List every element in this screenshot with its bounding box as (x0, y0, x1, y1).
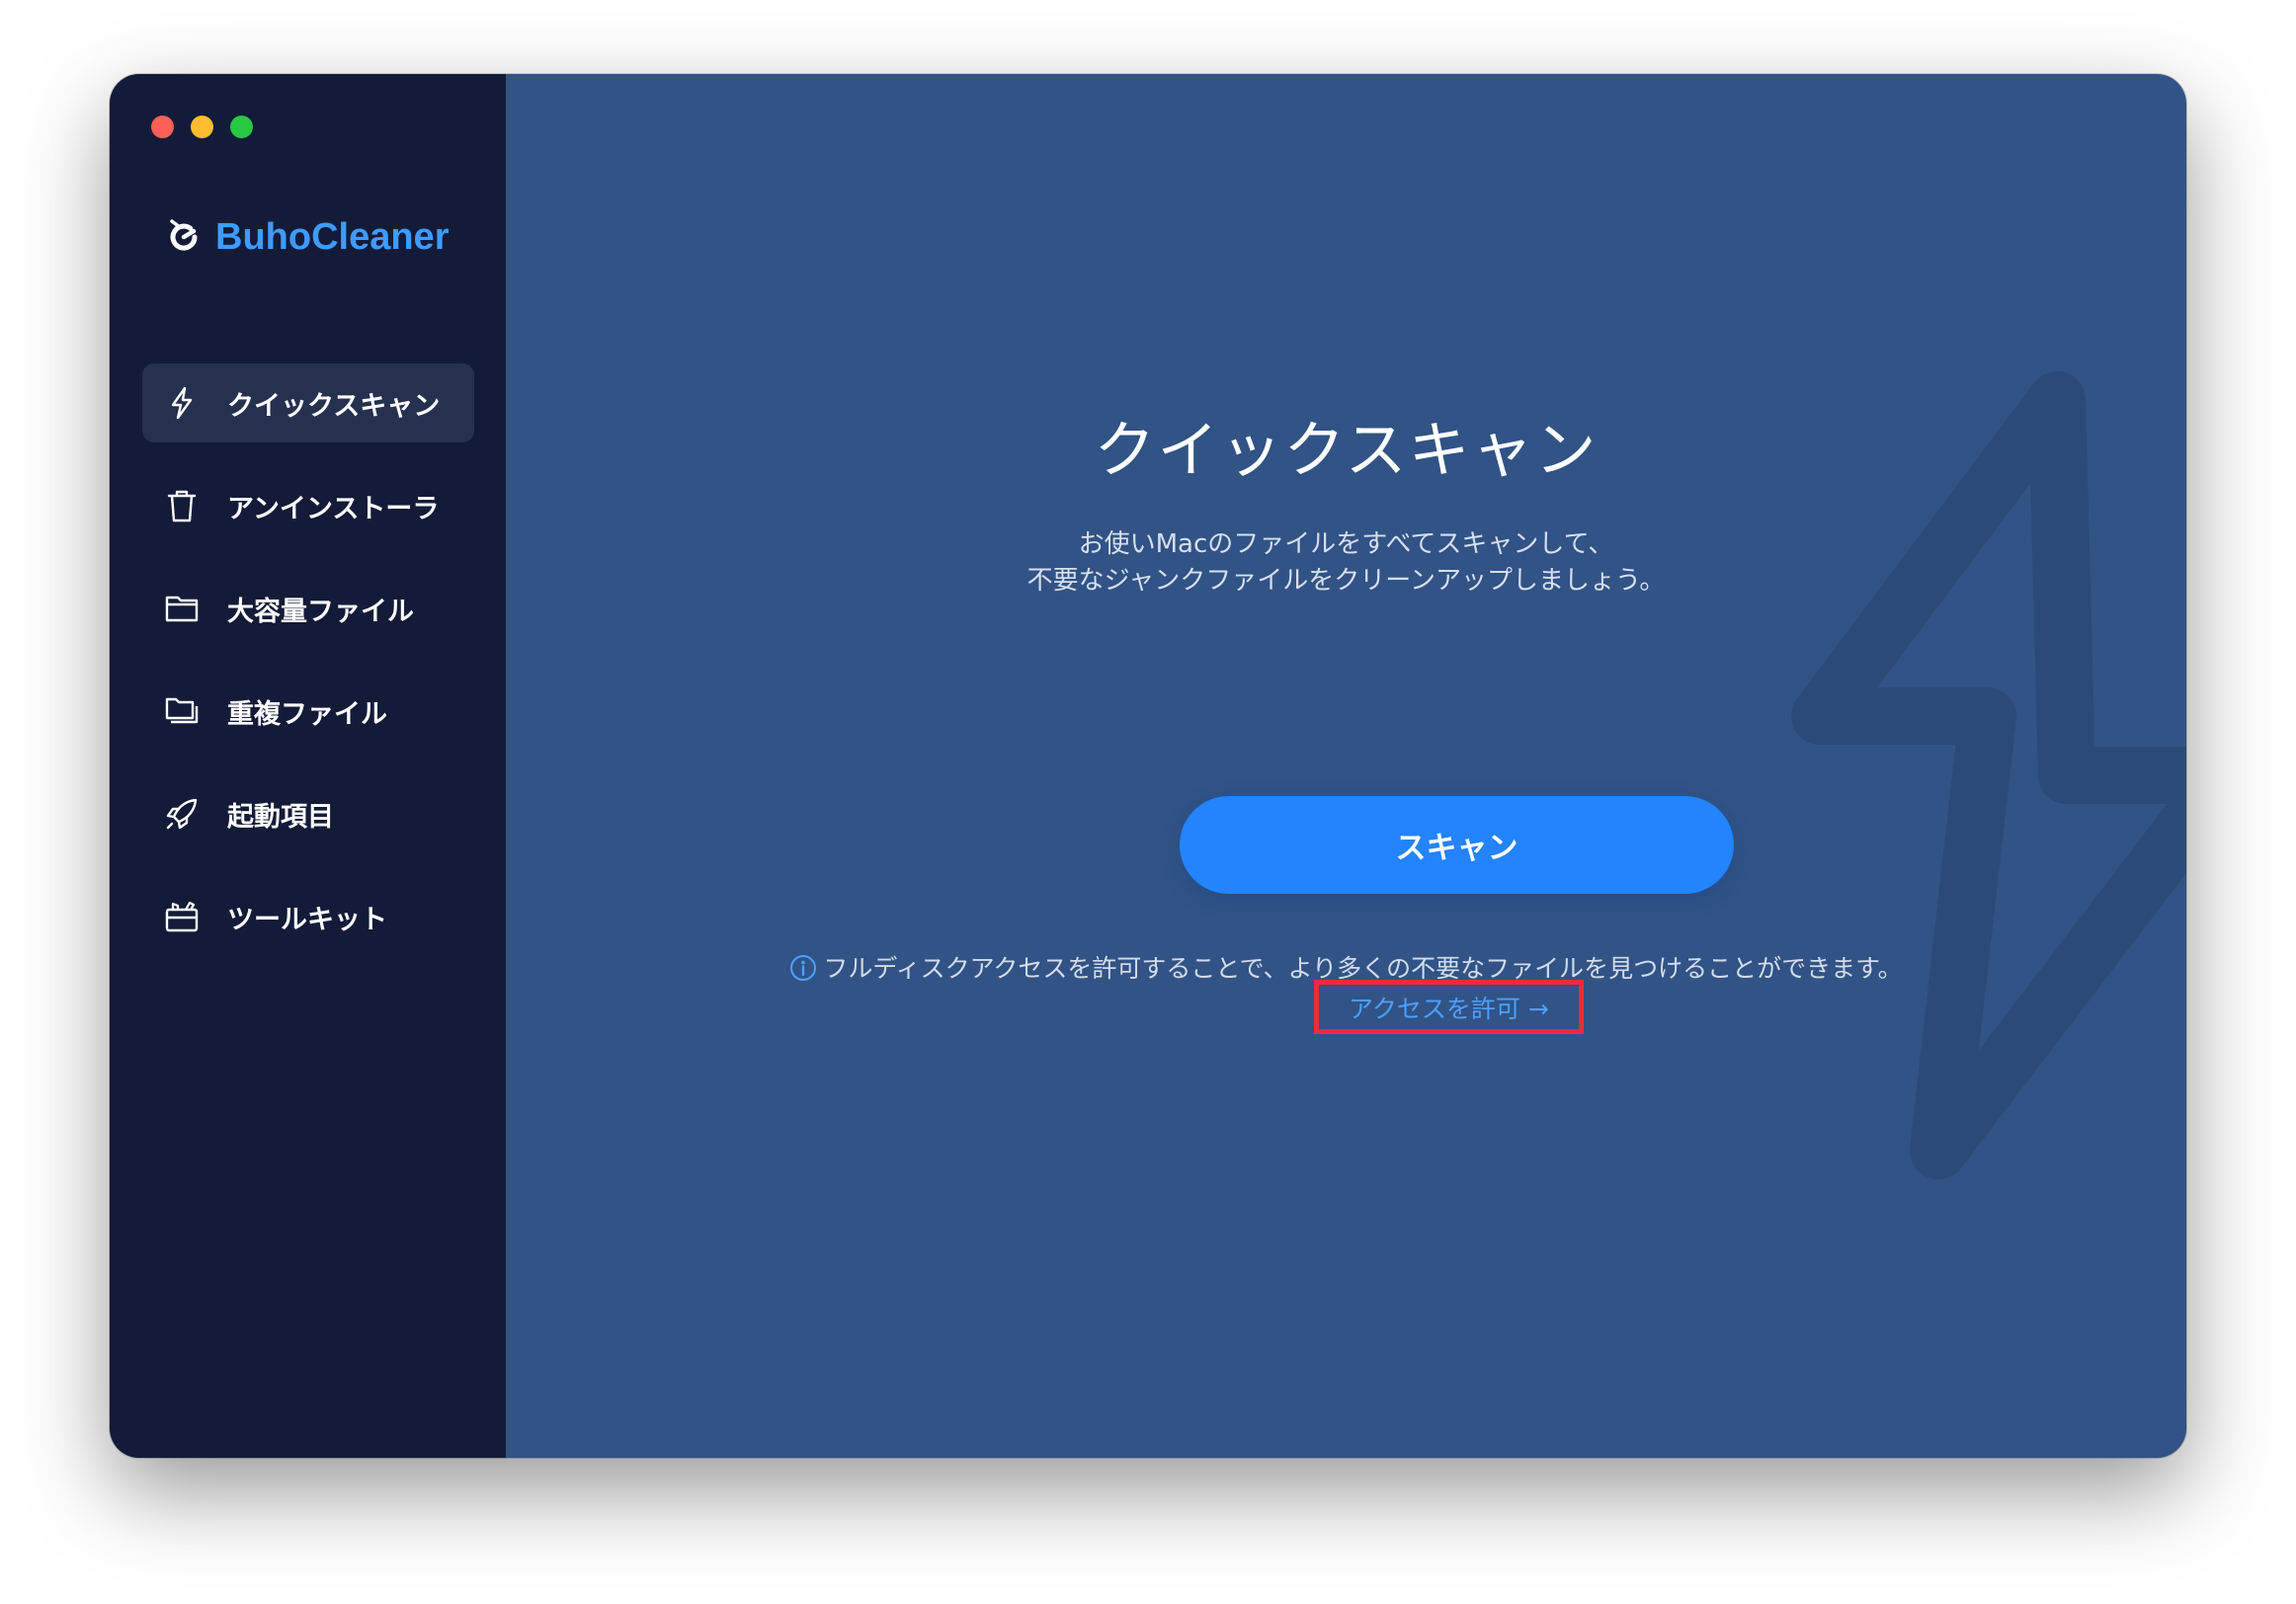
sidebar-item-duplicate-files[interactable]: 重複ファイル (142, 672, 474, 751)
sidebar-item-label: ツールキット (227, 904, 387, 935)
duplicate-folder-icon (165, 697, 199, 724)
buho-logo-icon (170, 219, 198, 251)
notice-text: フルディスクアクセスを許可することで、より多くの不要なファイルを見つけることがで… (823, 954, 1903, 983)
rocket-icon (166, 798, 198, 830)
page-title: クイックスキャン (1094, 414, 1599, 486)
sidebar-item-label: 起動項目 (227, 801, 334, 833)
page-description: お使いMacのファイルをすべてスキャンして、 不要なジャンクファイルをクリーンア… (506, 526, 2186, 600)
description-line: お使いMacのファイルをすべてスキャンして、 (1078, 529, 1614, 559)
scan-button[interactable]: スキャン (1180, 796, 1734, 894)
folder-icon (165, 596, 199, 622)
lightning-watermark-icon (1791, 371, 2186, 1179)
sidebar-item-startup-items[interactable]: 起動項目 (142, 774, 474, 853)
sidebar-item-label: 重複ファイル (227, 698, 387, 730)
access-link-highlight: アクセスを許可 → (1314, 980, 1584, 1034)
maximize-window-button[interactable] (230, 116, 253, 138)
description-line: 不要なジャンクファイルをクリーンアップしましょう。 (1026, 566, 1666, 596)
main-panel: クイックスキャン お使いMacのファイルをすべてスキャンして、 不要なジャンクフ… (506, 74, 2186, 1458)
close-window-button[interactable] (151, 116, 174, 138)
sidebar-item-label: 大容量ファイル (227, 596, 414, 627)
app-name: BuhoCleaner (215, 215, 450, 258)
toolbox-icon (165, 901, 199, 932)
sidebar: BuhoCleaner クイックスキャン アンインストーラ 大容量ファイル 重複… (110, 74, 506, 1458)
minimize-window-button[interactable] (191, 116, 213, 138)
sidebar-item-quick-scan[interactable]: クイックスキャン (142, 363, 474, 442)
sidebar-item-uninstaller[interactable]: アンインストーラ (142, 466, 474, 545)
sidebar-nav: クイックスキャン アンインストーラ 大容量ファイル 重複ファイル 起動項目 ツー… (142, 363, 474, 980)
info-icon (790, 955, 817, 981)
sidebar-item-label: アンインストーラ (227, 493, 440, 524)
sidebar-item-toolkit[interactable]: ツールキット (142, 877, 474, 956)
app-brand: BuhoCleaner (164, 212, 449, 262)
allow-access-link[interactable]: アクセスを許可 → (1349, 990, 1549, 1025)
trash-icon (167, 490, 197, 522)
lightning-icon (171, 386, 193, 420)
app-window: BuhoCleaner クイックスキャン アンインストーラ 大容量ファイル 重複… (110, 74, 2186, 1458)
sidebar-item-label: クイックスキャン (227, 390, 441, 422)
sidebar-item-large-files[interactable]: 大容量ファイル (142, 569, 474, 648)
